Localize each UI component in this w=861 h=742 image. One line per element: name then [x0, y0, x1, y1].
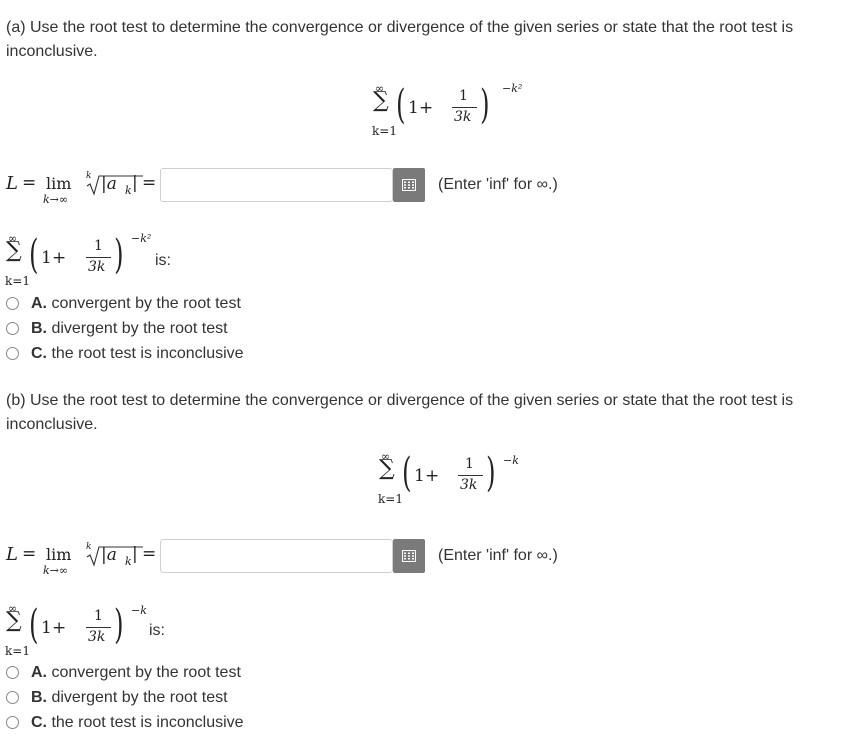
fraction-den: 3k	[88, 629, 106, 645]
series-plus: +	[52, 618, 67, 638]
lim-subscript: k→∞	[43, 193, 69, 206]
fraction-num: 1	[459, 88, 468, 104]
option-letter: C.	[31, 345, 47, 362]
is-label: is:	[155, 252, 171, 269]
series-one: 1	[41, 248, 52, 268]
lim-text: lim	[46, 545, 72, 564]
part-a-option-b[interactable]: B. divergent by the root test	[31, 319, 228, 339]
part-a-series-display: ∞ ∑ k=1 ( 1 + 1 3k ) −k²	[370, 82, 530, 144]
part-b-option-a[interactable]: A. convergent by the root test	[31, 663, 241, 683]
part-a-option-b-radio[interactable]	[6, 322, 19, 335]
part-b-hint: (Enter 'inf' for ∞.)	[438, 547, 558, 564]
equals-sign: =	[22, 173, 37, 193]
equals-sign-2: =	[142, 544, 157, 564]
part-a-option-c-radio[interactable]	[6, 347, 19, 360]
sum-symbol: ∑	[6, 238, 22, 263]
part-b-limit: L = lim k→∞ k |a k | =	[6, 539, 158, 579]
option-letter: A.	[31, 664, 47, 681]
abs-value: |a	[101, 174, 117, 194]
series-exponent: −k	[503, 454, 519, 467]
part-a-option-a[interactable]: A. convergent by the root test	[31, 294, 241, 314]
sum-bottom: k=1	[5, 274, 30, 288]
is-label: is:	[149, 622, 165, 639]
right-paren: )	[486, 450, 496, 496]
fraction-bar	[458, 475, 483, 476]
sum-symbol: ∑	[6, 608, 22, 633]
fraction-den: 3k	[88, 259, 106, 275]
left-paren: (	[402, 450, 412, 496]
abs-end: |	[132, 544, 138, 564]
part-a-answer-input[interactable]	[160, 168, 393, 202]
sum-symbol: ∑	[379, 456, 395, 481]
option-letter: B.	[31, 689, 47, 706]
equals-sign-2: =	[142, 173, 157, 193]
fraction-bar	[86, 257, 111, 258]
fraction-bar	[452, 107, 477, 108]
L-symbol: L	[6, 173, 18, 194]
sum-bottom: k=1	[5, 644, 30, 658]
part-b-option-c-radio[interactable]	[6, 716, 19, 729]
fraction-num: 1	[94, 608, 103, 624]
fraction-den: 3k	[460, 477, 478, 493]
sum-symbol: ∑	[373, 88, 389, 113]
lim-text: lim	[46, 174, 72, 193]
series-one: 1	[408, 98, 419, 118]
left-paren: (	[29, 232, 39, 278]
part-a-prompt: (a) Use the root test to determine the c…	[6, 19, 794, 60]
sum-bottom: k=1	[378, 492, 403, 506]
part-a-hint: (Enter 'inf' for ∞.)	[438, 176, 558, 193]
equals-sign: =	[22, 544, 37, 564]
lim-subscript: k→∞	[43, 564, 69, 577]
abs-end: |	[132, 173, 138, 193]
part-b-series-question: ∞ ∑ k=1 ( 1 + 1 3k ) −k is:	[4, 602, 204, 666]
part-b-series-display: ∞ ∑ k=1 ( 1 + 1 3k ) −k	[375, 450, 525, 512]
part-a-keypad-button[interactable]	[393, 168, 425, 202]
part-b-keypad-button[interactable]	[393, 539, 425, 573]
part-b-option-a-radio[interactable]	[6, 666, 19, 679]
option-letter: B.	[31, 320, 47, 337]
series-one: 1	[414, 466, 425, 486]
option-text: divergent by the root test	[51, 689, 228, 706]
abs-subscript: k	[125, 184, 132, 197]
keypad-icon	[402, 550, 416, 562]
L-symbol: L	[6, 544, 18, 565]
part-b-answer-input[interactable]	[160, 539, 393, 573]
fraction-den: 3k	[454, 109, 472, 125]
series-plus: +	[425, 466, 440, 486]
right-paren: )	[114, 232, 124, 278]
option-text: divergent by the root test	[51, 320, 228, 337]
abs-subscript: k	[125, 555, 132, 568]
right-paren: )	[114, 602, 124, 648]
left-paren: (	[396, 82, 406, 128]
option-text: the root test is inconclusive	[51, 714, 244, 731]
series-plus: +	[419, 98, 434, 118]
fraction-num: 1	[465, 456, 474, 472]
option-text: the root test is inconclusive	[51, 345, 244, 362]
option-letter: C.	[31, 714, 47, 731]
series-exponent: −k²	[502, 82, 523, 95]
part-b-option-b-radio[interactable]	[6, 691, 19, 704]
left-paren: (	[29, 602, 39, 648]
part-a-limit: L = lim k→∞ k |a k | =	[6, 168, 158, 208]
series-exponent: −k²	[131, 232, 152, 245]
part-a-series-question: ∞ ∑ k=1 ( 1 + 1 3k ) −k² is:	[4, 232, 204, 296]
series-plus: +	[52, 248, 67, 268]
keypad-icon	[402, 179, 416, 191]
right-paren: )	[480, 82, 490, 128]
part-a-option-c[interactable]: C. the root test is inconclusive	[31, 344, 244, 364]
option-text: convergent by the root test	[51, 295, 241, 312]
option-letter: A.	[31, 295, 47, 312]
part-b-option-c[interactable]: C. the root test is inconclusive	[31, 713, 244, 733]
sum-bottom: k=1	[372, 124, 397, 138]
series-one: 1	[41, 618, 52, 638]
series-exponent: −k	[131, 604, 147, 617]
abs-value: |a	[101, 545, 117, 565]
part-a-option-a-radio[interactable]	[6, 297, 19, 310]
part-b-prompt: (b) Use the root test to determine the c…	[6, 392, 794, 433]
fraction-num: 1	[94, 238, 103, 254]
part-b-option-b[interactable]: B. divergent by the root test	[31, 688, 228, 708]
option-text: convergent by the root test	[51, 664, 241, 681]
fraction-bar	[86, 627, 111, 628]
